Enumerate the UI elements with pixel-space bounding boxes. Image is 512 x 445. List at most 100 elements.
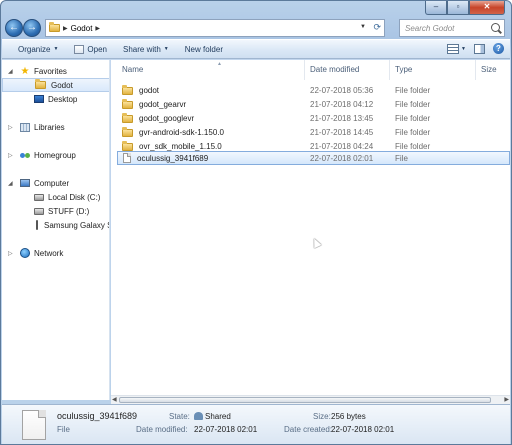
nav-libraries[interactable]: ▷ Libraries: [2, 120, 109, 134]
nav-godot-label: Godot: [51, 80, 73, 90]
minimize-button[interactable]: –: [425, 1, 447, 15]
organize-label: Organize: [18, 44, 51, 54]
close-button[interactable]: ✕: [469, 1, 505, 15]
expand-icon[interactable]: ◢: [8, 68, 13, 75]
nav-libraries-label: Libraries: [34, 122, 65, 132]
nav-galaxy[interactable]: Samsung Galaxy S7: [2, 218, 110, 232]
folder-icon: [122, 126, 133, 137]
view-options-icon[interactable]: [447, 43, 460, 54]
column-date-label: Date modified: [310, 65, 360, 74]
details-state-label: State:: [169, 412, 190, 421]
file-row[interactable]: godot_googlevr 21-07-2018 13:45 File fol…: [117, 112, 510, 125]
nav-homegroup[interactable]: ▷ Homegroup: [2, 148, 109, 162]
column-header-size[interactable]: Size: [476, 60, 510, 80]
desktop-icon: [34, 95, 44, 103]
toolbar: Organize ▼ Open Share with ▼ New folder …: [2, 39, 510, 59]
folder-icon: [122, 140, 133, 151]
file-row-selected[interactable]: oculussig_3941f689 22-07-2018 02:01 File: [117, 151, 510, 165]
star-icon: ★: [20, 65, 30, 77]
file-date: 21-07-2018 04:12: [310, 100, 374, 109]
file-row[interactable]: godot_gearvr 21-07-2018 04:12 File folde…: [117, 98, 510, 111]
maximize-button[interactable]: ▫: [447, 1, 469, 15]
details-modified-label: Date modified:: [136, 425, 188, 434]
explorer-window: – ▫ ✕ ← → ▶ Godot ▶ ▼ ⟳ Search Godot Org…: [0, 0, 512, 445]
forward-button[interactable]: →: [23, 19, 41, 37]
shared-icon: [194, 412, 203, 420]
file-name: oculussig_3941f689: [137, 153, 209, 163]
nav-stuff[interactable]: STUFF (D:): [2, 204, 109, 218]
file-date: 22-07-2018 05:36: [310, 86, 374, 95]
chevron-down-icon: ▼: [163, 46, 169, 52]
nav-galaxy-label: Samsung Galaxy S7: [44, 220, 110, 230]
details-modified-value: 22-07-2018 02:01: [194, 425, 258, 434]
organize-button[interactable]: Organize ▼: [18, 45, 58, 54]
details-created-label: Date created:: [284, 425, 333, 434]
column-header-name[interactable]: Name ▲: [117, 60, 305, 80]
breadcrumb-godot[interactable]: Godot: [71, 24, 93, 33]
nav-local-disk[interactable]: Local Disk (C:): [2, 190, 109, 204]
expand-icon[interactable]: ▷: [8, 152, 13, 159]
expand-icon[interactable]: ▷: [8, 250, 13, 257]
column-size-label: Size: [481, 65, 497, 74]
chevron-down-icon[interactable]: ▼: [461, 46, 466, 52]
nav-computer[interactable]: ◢ Computer: [2, 176, 109, 190]
file-list: Name ▲ Date modified Type Size godot 22-…: [111, 60, 510, 400]
column-type-label: Type: [395, 65, 413, 74]
chevron-right-icon[interactable]: ▶: [95, 25, 100, 32]
nav-stuff-label: STUFF (D:): [48, 206, 90, 216]
preview-pane-icon[interactable]: [474, 43, 485, 54]
file-type: File folder: [395, 100, 431, 109]
details-file-kind: File: [57, 425, 70, 434]
open-label: Open: [87, 44, 107, 54]
nav-network[interactable]: ▷ Network: [2, 246, 109, 260]
network-icon: [20, 248, 30, 258]
new-folder-label: New folder: [184, 44, 223, 54]
folder-icon: [122, 84, 133, 95]
folder-icon: [122, 98, 133, 109]
file-name: gvr-android-sdk-1.150.0: [139, 128, 224, 137]
nav-godot[interactable]: Godot: [2, 78, 109, 92]
file-type: File folder: [395, 114, 431, 123]
file-name: godot: [139, 86, 160, 95]
file-date: 21-07-2018 13:45: [310, 114, 374, 123]
column-name-label: Name: [122, 65, 144, 74]
refresh-icon[interactable]: ⟳: [373, 22, 381, 33]
file-icon: [22, 410, 46, 440]
nav-desktop[interactable]: Desktop: [2, 92, 109, 106]
horizontal-scrollbar[interactable]: ◀ ▶: [111, 395, 510, 404]
nav-computer-label: Computer: [34, 178, 70, 188]
file-date: 21-07-2018 04:24: [310, 142, 374, 151]
open-button[interactable]: Open: [74, 44, 107, 54]
file-name: godot_gearvr: [139, 100, 187, 109]
file-type: File folder: [395, 142, 431, 151]
search-icon[interactable]: [491, 23, 500, 32]
share-with-label: Share with: [123, 44, 161, 54]
file-row[interactable]: godot 22-07-2018 05:36 File folder: [117, 84, 510, 97]
expand-icon[interactable]: ▷: [8, 124, 13, 131]
share-with-button[interactable]: Share with ▼: [123, 45, 169, 54]
chevron-right-icon[interactable]: ▶: [63, 25, 68, 32]
scrollbar-thumb[interactable]: [119, 397, 491, 403]
navigation-pane: ◢ ★ Favorites Godot Desktop ▷ Libraries …: [2, 60, 110, 400]
file-row[interactable]: gvr-android-sdk-1.150.0 21-07-2018 14:45…: [117, 126, 510, 139]
file-name: godot_googlevr: [139, 114, 195, 123]
expand-icon[interactable]: ◢: [8, 180, 13, 187]
nav-favorites[interactable]: ◢ ★ Favorites: [2, 64, 109, 78]
file-date: 22-07-2018 02:01: [310, 153, 374, 163]
folder-icon: [35, 79, 46, 89]
details-size-label: Size:: [313, 412, 331, 421]
nav-network-label: Network: [34, 248, 64, 258]
toolbar-right: ▼ ?: [447, 43, 504, 54]
nav-desktop-label: Desktop: [48, 94, 78, 104]
new-folder-button[interactable]: New folder: [185, 45, 223, 54]
address-bar[interactable]: ▶ Godot ▶ ▼ ⟳: [45, 19, 385, 37]
details-file-name: oculussig_3941f689: [57, 411, 138, 421]
search-input[interactable]: Search Godot: [399, 19, 505, 37]
scroll-right-icon[interactable]: ▶: [504, 396, 509, 403]
address-dropdown-icon[interactable]: ▼: [360, 24, 366, 30]
column-header-type[interactable]: Type: [390, 60, 476, 80]
scroll-left-icon[interactable]: ◀: [112, 396, 117, 403]
column-header-date[interactable]: Date modified: [305, 60, 390, 80]
help-icon[interactable]: ?: [493, 43, 504, 54]
back-button[interactable]: ←: [5, 19, 23, 37]
